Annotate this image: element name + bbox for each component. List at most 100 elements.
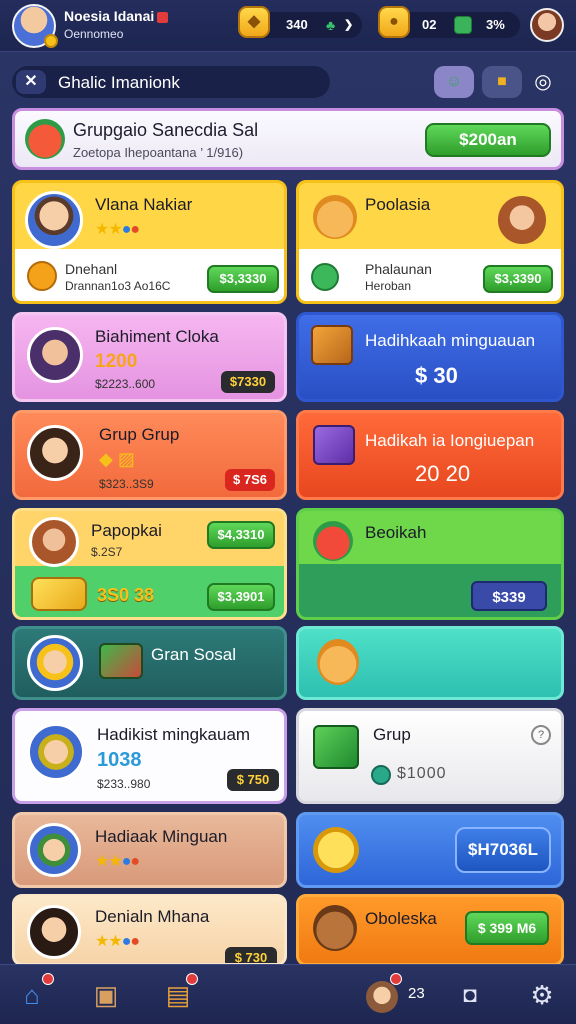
settings-ring-button[interactable]: ◎ — [526, 66, 560, 98]
offer-card-11[interactable]: Hadikist mingkauam 1038 $233..980 $ 750 — [12, 708, 287, 804]
price-tag[interactable]: $339 — [471, 581, 547, 611]
monkey-mascot-icon — [313, 905, 357, 951]
gift-icon: ■ — [497, 73, 507, 90]
top-bar: Noesia Idanai Oennomeo 340 ♣ ❯ ◆ 02 3% ● — [0, 0, 576, 52]
home-icon: ⌂ — [24, 980, 40, 1010]
promo-banner[interactable]: Grupgaio Sanecdia Sal Zoetopa Ihepoantan… — [12, 108, 564, 170]
gift-box-icon — [311, 325, 353, 365]
gold-amount: 340 — [286, 17, 308, 32]
player-avatar — [27, 425, 83, 481]
card-amount: 20 20 — [415, 461, 471, 486]
card-detail: Drannan1o3 Ao16C — [65, 279, 171, 293]
home-button[interactable]: ⌂ — [12, 973, 54, 1015]
buy-button[interactable]: $ 399 M6 — [465, 911, 549, 945]
buy-button-top[interactable]: $4,3310 — [207, 521, 275, 549]
buy-button-bottom[interactable]: $3,3901 — [207, 583, 275, 611]
card-amount: 1200 — [95, 351, 138, 372]
gift-button[interactable]: ■ — [482, 66, 522, 98]
friend-count: 23 — [408, 985, 425, 1002]
buy-button[interactable]: $3,3330 — [207, 265, 279, 293]
dog-mascot-icon — [313, 195, 357, 239]
card-title: Hadihkaah minguauan — [365, 331, 536, 350]
offer-card-9[interactable]: Gran Sosal — [12, 626, 287, 700]
percent-amount: 3% — [486, 17, 505, 32]
title-bar: ✕ Ghalic Imanionk — [12, 66, 330, 98]
player-subtitle: Oennomeo — [64, 27, 124, 41]
card-title: Papopkai — [91, 521, 162, 540]
profile-button[interactable] — [362, 973, 402, 1015]
coin-icon — [44, 34, 58, 48]
buy-button[interactable]: $H7036L — [455, 827, 551, 873]
chevron-right-icon: ❯ — [344, 19, 354, 31]
card-title: Oboleska — [365, 909, 437, 928]
offer-card-8[interactable]: Beoikah $339 — [296, 508, 564, 620]
card-detail: $2223..600 — [95, 377, 156, 391]
card-title: Hadiaak Minguan — [95, 827, 228, 846]
cash-icon — [454, 16, 472, 34]
dog-token-icon: ● — [378, 6, 410, 38]
card-title-text: Grup — [373, 725, 411, 744]
offer-card-6[interactable]: Hadikah ia Iongiuepan 20 20 — [296, 410, 564, 500]
offer-card-4[interactable]: Hadihkaah minguauan $ 30 — [296, 312, 564, 402]
offer-card-3[interactable]: Biahiment Cloka 1200 $2223..600 $7330 — [12, 312, 287, 402]
card-amount: $1000 — [397, 765, 447, 782]
notification-dot-icon — [186, 973, 198, 985]
card-title: Hadikist mingkauam — [97, 725, 251, 744]
offer-card-10[interactable] — [296, 626, 564, 700]
player-avatar — [29, 517, 79, 567]
friends-button[interactable]: ☺ — [434, 66, 474, 98]
offer-card-13[interactable]: Hadiaak Minguan ★★●● — [12, 812, 287, 888]
price-tag[interactable]: $ 7S6 — [225, 469, 275, 491]
notification-dot-icon — [42, 973, 54, 985]
token-icon — [371, 765, 391, 785]
card-subtitle: Phalaunan — [365, 261, 432, 277]
banner-subtitle: Zoetopa Ihepoantana ’ 1/916) — [73, 145, 244, 160]
offer-card-14[interactable]: $H7036L — [296, 812, 564, 888]
chest-icon: ▤ — [165, 980, 191, 1010]
player-avatar[interactable] — [12, 4, 58, 48]
friends-icon: ☺ — [445, 73, 463, 90]
friend-avatar[interactable] — [530, 8, 564, 42]
back-button[interactable]: ✕ — [16, 70, 46, 94]
notification-badge-icon — [157, 11, 169, 23]
player-name: Noesia Idanai — [64, 8, 169, 24]
offer-card-7[interactable]: Papopkai $.2S7 $4,3310 3S0 38 $3,3901 — [12, 508, 287, 620]
offer-card-5[interactable]: Grup Grup ◆ ▨ $323..3S9 $ 7S6 — [12, 410, 287, 500]
ring-icon: ◎ — [534, 71, 552, 93]
offer-card-1[interactable]: Vlana Nakiar ★★●● Dnehanl Drannan1o3 Ao1… — [12, 180, 287, 304]
chips-amount: 02 — [422, 17, 437, 32]
page-title: Ghalic Imanionk — [58, 73, 180, 92]
price-tag[interactable]: $ 750 — [227, 769, 279, 791]
player-avatar — [27, 723, 85, 781]
card-title: Denialn Mhana — [95, 907, 210, 926]
player-avatar — [25, 191, 83, 249]
apple-mascot-icon — [313, 521, 353, 561]
buy-button[interactable]: $3,3390 — [483, 265, 553, 293]
character-portrait — [495, 193, 549, 247]
info-icon[interactable]: ? — [531, 725, 551, 745]
offer-card-16[interactable]: Oboleska $ 399 M6 — [296, 894, 564, 966]
card-detail: $323..3S9 — [99, 477, 154, 491]
offer-card-12[interactable]: Grup ? $1000 — [296, 708, 564, 804]
mystery-box-icon — [313, 425, 355, 465]
gold-bars-icon — [31, 577, 87, 611]
card-detail: $233..980 — [97, 777, 151, 791]
chest-button[interactable]: ▤ — [158, 973, 198, 1015]
player-avatar — [27, 823, 81, 877]
card-title: Biahiment Cloka — [95, 327, 219, 346]
price-tag[interactable]: $7330 — [221, 371, 275, 393]
coin-icon — [27, 261, 57, 291]
chips-resource[interactable]: 02 3% — [392, 12, 520, 38]
camera-button[interactable]: ◘ — [450, 975, 490, 1015]
card-title: Poolasia — [365, 195, 431, 214]
banner-buy-button[interactable]: $200an — [425, 123, 551, 157]
card-detail: Heroban — [365, 279, 412, 293]
shop-button[interactable]: ▣ — [86, 975, 126, 1015]
player-avatar — [27, 327, 83, 383]
offer-card-15[interactable]: Denialn Mhana ★★●● $ 730 — [12, 894, 287, 966]
apple-mascot-icon — [25, 119, 65, 159]
offer-card-2[interactable]: Poolasia Phalaunan Heroban $3,3390 — [296, 180, 564, 304]
card-title: Gran Sosal — [151, 645, 237, 664]
card-title: Hadikah ia Iongiuepan — [365, 431, 535, 450]
settings-button[interactable]: ⚙ — [522, 975, 562, 1015]
